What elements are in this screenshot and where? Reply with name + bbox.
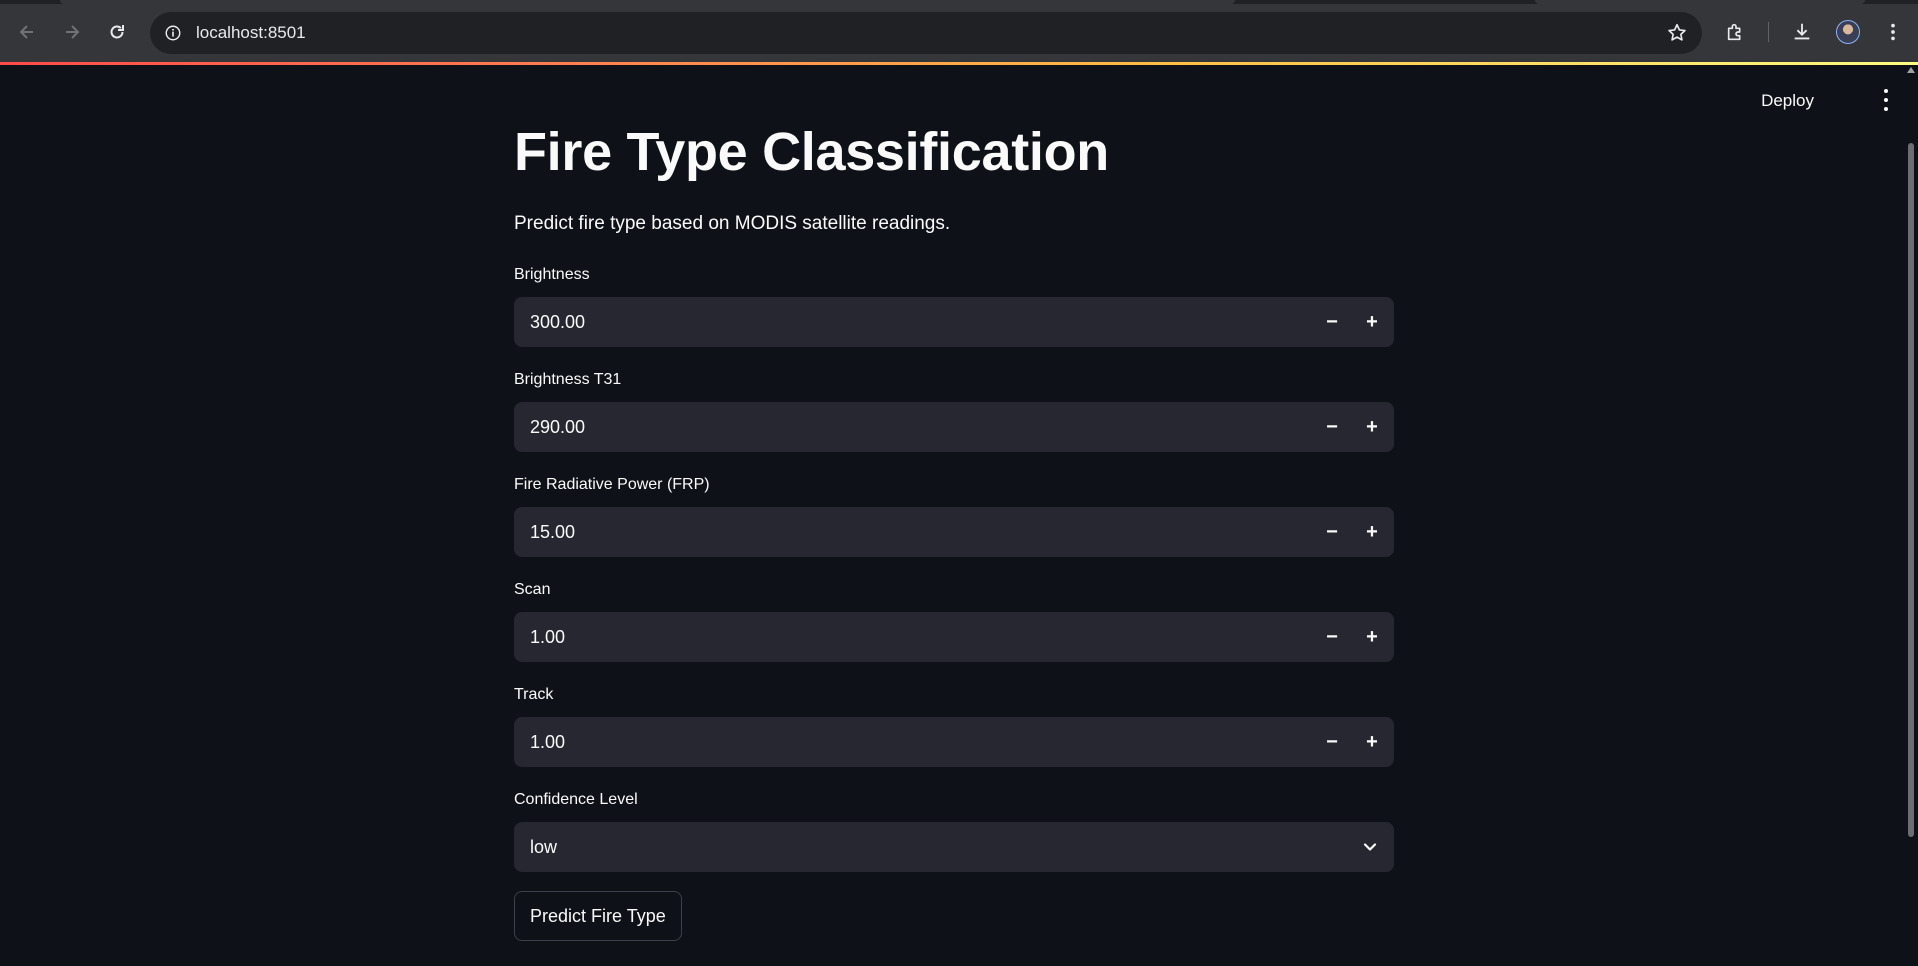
confidence-select[interactable]: low [514, 822, 1394, 872]
forward-button[interactable] [54, 14, 90, 50]
download-icon [1794, 23, 1810, 40]
menu-dot-icon [1884, 98, 1888, 102]
increment-button[interactable]: + [1356, 621, 1388, 653]
input-value[interactable]: 1.00 [530, 717, 565, 767]
puzzle-icon [1727, 23, 1741, 41]
field-label: Track [514, 686, 554, 703]
app-menu-button[interactable] [1878, 89, 1894, 111]
scroll-up-arrow-icon[interactable] [1907, 67, 1915, 73]
track-field: Track 1.00 − + [514, 685, 1394, 767]
active-tab-edge[interactable] [60, 0, 1235, 4]
forward-arrow-icon [66, 25, 80, 39]
input-value[interactable]: 15.00 [530, 507, 575, 557]
input-value[interactable]: 1.00 [530, 612, 565, 662]
decrement-button[interactable]: − [1316, 726, 1348, 758]
browser-toolbar: localhost:8501 [0, 0, 1918, 62]
brightness-field: Brightness 300.00 − + [514, 265, 1394, 347]
frp-field: Fire Radiative Power (FRP) 15.00 − + [514, 475, 1394, 557]
profile-avatar[interactable] [1836, 20, 1860, 44]
field-label: Brightness T31 [514, 371, 622, 388]
browser-menu-button[interactable] [1880, 19, 1906, 45]
page-title: Fire Type Classification [514, 122, 1109, 182]
increment-button[interactable]: + [1356, 516, 1388, 548]
brightness-t31-field: Brightness T31 290.00 − + [514, 370, 1394, 452]
frp-number-input[interactable]: 15.00 − + [514, 507, 1394, 557]
increment-button[interactable]: + [1356, 726, 1388, 758]
extensions-button[interactable] [1723, 19, 1749, 45]
increment-button[interactable]: + [1356, 411, 1388, 443]
scan-field: Scan 1.00 − + [514, 580, 1394, 662]
decrement-button[interactable]: − [1316, 306, 1348, 338]
predict-fire-type-button[interactable]: Predict Fire Type [514, 891, 682, 941]
back-arrow-icon [19, 25, 33, 39]
page-subtitle: Predict fire type based on MODIS satelli… [514, 213, 951, 234]
menu-dot-icon [1884, 89, 1888, 93]
brightness-t31-number-input[interactable]: 290.00 − + [514, 402, 1394, 452]
address-bar[interactable]: localhost:8501 [150, 12, 1702, 54]
inactive-tab-edge[interactable] [1535, 0, 1865, 4]
vertical-dots-icon [1891, 23, 1895, 41]
scan-number-input[interactable]: 1.00 − + [514, 612, 1394, 662]
field-label: Brightness [514, 266, 590, 283]
field-label: Scan [514, 581, 551, 598]
deploy-button[interactable]: Deploy [1753, 87, 1822, 115]
toolbar-divider [1768, 22, 1769, 42]
brightness-number-input[interactable]: 300.00 − + [514, 297, 1394, 347]
downloads-button[interactable] [1789, 19, 1815, 45]
url-text[interactable]: localhost:8501 [196, 12, 306, 54]
decrement-button[interactable]: − [1316, 621, 1348, 653]
reload-icon [110, 25, 124, 39]
field-label: Confidence Level [514, 791, 638, 808]
page-scrollbar[interactable] [1906, 65, 1916, 966]
confidence-field: Confidence Level low [514, 790, 1394, 872]
app-view: Deploy Fire Type Classification Predict … [0, 65, 1918, 966]
field-label: Fire Radiative Power (FRP) [514, 476, 710, 493]
select-value[interactable]: low [530, 822, 557, 872]
reload-button[interactable] [99, 14, 135, 50]
tab-strip [0, 0, 1918, 4]
site-info-icon[interactable] [162, 22, 184, 44]
menu-dot-icon [1884, 107, 1888, 111]
scrollbar-thumb[interactable] [1908, 143, 1914, 837]
decrement-button[interactable]: − [1316, 411, 1348, 443]
track-number-input[interactable]: 1.00 − + [514, 717, 1394, 767]
increment-button[interactable]: + [1356, 306, 1388, 338]
bookmark-star-icon[interactable] [1666, 22, 1688, 44]
input-value[interactable]: 290.00 [530, 402, 585, 452]
chevron-down-icon[interactable] [1360, 837, 1380, 857]
decrement-button[interactable]: − [1316, 516, 1348, 548]
back-button[interactable] [9, 14, 45, 50]
input-value[interactable]: 300.00 [530, 297, 585, 347]
